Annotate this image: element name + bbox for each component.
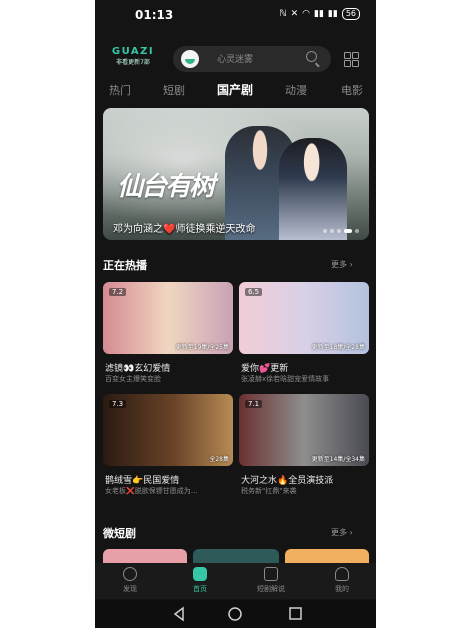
banner-figure-female <box>279 138 347 240</box>
user-icon <box>335 567 349 581</box>
nav-short-drama-commentary[interactable]: 短剧解说 <box>246 567 296 594</box>
clock: 01:13 <box>135 8 174 22</box>
rating-badge: 7.1 <box>245 400 263 408</box>
episode-status: 更新至18集/全28集 <box>311 344 365 351</box>
bottom-navigation: 发现 首页 短剧解说 我的 <box>95 563 376 599</box>
micro-drama-more-link[interactable]: 更多 › <box>331 527 353 538</box>
drama-title: 大河之水🔥全员演技派 <box>241 476 334 486</box>
drama-subtitle: 百变女主爆笑变脸 <box>105 375 161 383</box>
drama-thumbnail: 7.3 全28集 <box>103 394 233 466</box>
micro-drama-thumbnail[interactable] <box>103 549 187 563</box>
tab-domestic-drama[interactable]: 国产剧 <box>217 81 253 98</box>
signal-icon-2: ▮▮ <box>327 9 338 19</box>
category-grid-icon[interactable] <box>344 52 360 68</box>
nav-label: 发现 <box>123 585 137 593</box>
featured-banner[interactable]: 仙台有树 邓为向涵之❤️师徒换乘逆天改命 <box>103 108 369 240</box>
status-icons: ℕ ✕ ◠ ▮▮ ▮▮ 56 <box>279 8 360 20</box>
drama-card[interactable]: 6.5 更新至18集/全28集 爱你💕更新 张凌赫x徐若晗甜宠爱情故事 <box>239 282 369 383</box>
compass-icon <box>123 567 137 581</box>
search-icon[interactable] <box>306 51 317 62</box>
avatar-icon <box>181 50 199 68</box>
drama-subtitle: 张凌赫x徐若晗甜宠爱情故事 <box>241 375 330 383</box>
now-playing-more-link[interactable]: 更多 › <box>331 259 353 270</box>
system-nav-icons <box>173 606 302 622</box>
home-button-icon <box>228 607 242 621</box>
rating-badge: 7.3 <box>109 400 127 408</box>
drama-thumbnail: 7.1 更新至14集/全34集 <box>239 394 369 466</box>
section-title-micro-drama: 微短剧 <box>103 527 136 540</box>
category-tabs: 热门 短剧 国产剧 动漫 电影 <box>95 82 376 102</box>
battery-icon: 56 <box>341 8 360 20</box>
drama-card[interactable]: 7.3 全28集 鹊绒雪👉民国爱情 女老板❌脱欲保镖甘愿成为… <box>103 394 233 495</box>
back-icon <box>173 606 184 622</box>
signal-icon: ▮▮ <box>314 9 324 19</box>
banner-title-art: 仙台有树 <box>117 172 215 202</box>
search-bar[interactable]: 心灵迷雾 <box>173 46 331 72</box>
episode-status: 更新至19集/全25集 <box>175 344 229 351</box>
section-title-now-playing: 正在热播 <box>103 259 147 272</box>
recents-icon <box>289 607 302 620</box>
drama-title: 爱你💕更新 <box>241 364 289 374</box>
logo-subtitle: 非看更新7部 <box>116 59 150 66</box>
carousel-indicator <box>323 229 359 233</box>
mute-icon: ✕ <box>290 9 299 19</box>
tab-short-drama[interactable]: 短剧 <box>163 82 185 98</box>
drama-subtitle: 女老板❌脱欲保镖甘愿成为… <box>105 487 198 495</box>
phone-screen: 01:13 ℕ ✕ ◠ ▮▮ ▮▮ 56 GUAZI 非看更新7部 心灵迷雾 热… <box>95 0 376 628</box>
wifi-icon: ◠ <box>302 9 310 19</box>
drama-subtitle: 税务新"扛鼎"来袭 <box>241 487 297 495</box>
drama-thumbnail: 7.2 更新至19集/全25集 <box>103 282 233 354</box>
nav-profile[interactable]: 我的 <box>317 567 367 594</box>
drama-title: 鹊绒雪👉民国爱情 <box>105 476 180 486</box>
rating-badge: 6.5 <box>245 288 263 296</box>
drama-card[interactable]: 7.1 更新至14集/全34集 大河之水🔥全员演技派 税务新"扛鼎"来袭 <box>239 394 369 495</box>
nav-label: 首页 <box>193 585 207 593</box>
nav-home[interactable]: 首页 <box>175 567 225 594</box>
system-navigation-bar <box>95 600 376 628</box>
status-bar: 01:13 ℕ ✕ ◠ ▮▮ ▮▮ 56 <box>95 0 376 28</box>
rating-badge: 7.2 <box>109 288 127 296</box>
episode-status: 全28集 <box>209 456 229 463</box>
micro-drama-thumbnail[interactable] <box>285 549 369 563</box>
tab-movie[interactable]: 电影 <box>341 82 363 98</box>
nfc-icon: ℕ <box>279 9 287 19</box>
search-input[interactable]: 心灵迷雾 <box>217 52 253 65</box>
tab-hot[interactable]: 热门 <box>109 82 131 98</box>
drama-card[interactable]: 7.2 更新至19集/全25集 滤镜👀玄幻爱情 百变女主爆笑变脸 <box>103 282 233 383</box>
micro-drama-thumbnail[interactable] <box>193 549 279 563</box>
app-logo[interactable]: GUAZI 非看更新7部 <box>109 46 157 72</box>
logo-title: GUAZI <box>111 46 155 57</box>
nav-discover[interactable]: 发现 <box>105 567 155 594</box>
episode-status: 更新至14集/全34集 <box>311 456 365 463</box>
drama-title: 滤镜👀玄幻爱情 <box>105 364 171 374</box>
nav-label: 我的 <box>335 585 349 593</box>
home-icon <box>193 567 207 581</box>
video-icon <box>264 567 278 581</box>
drama-thumbnail: 6.5 更新至18集/全28集 <box>239 282 369 354</box>
tab-anime[interactable]: 动漫 <box>285 82 307 98</box>
nav-label: 短剧解说 <box>257 585 285 593</box>
banner-caption: 邓为向涵之❤️师徒换乘逆天改命 <box>113 224 256 235</box>
